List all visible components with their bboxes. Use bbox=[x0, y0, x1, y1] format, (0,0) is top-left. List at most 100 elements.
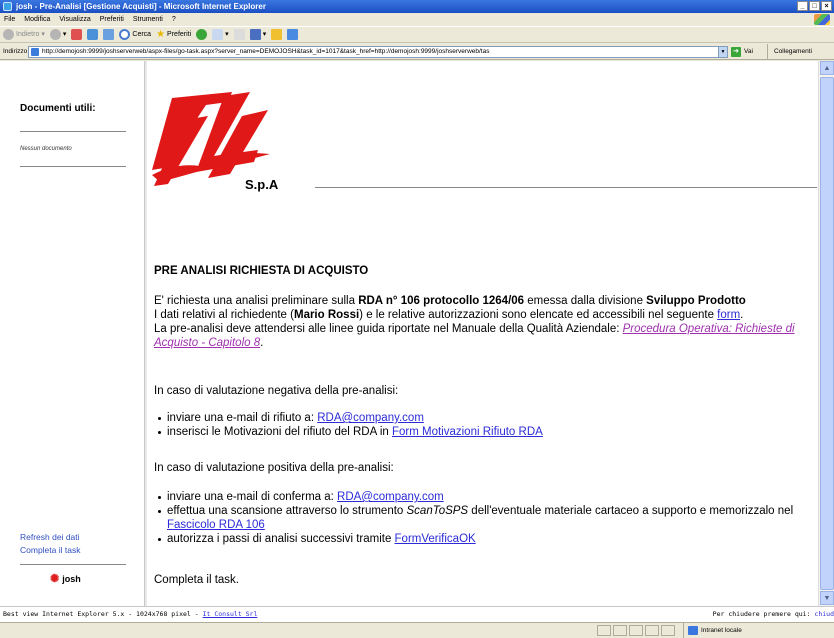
company-name: S.p.A bbox=[245, 177, 279, 192]
footer-bar: Best view Internet Explorer 5.x - 1024x7… bbox=[0, 606, 834, 622]
reject-email-link[interactable]: RDA@company.com bbox=[317, 412, 424, 424]
windows-flag-icon bbox=[814, 14, 830, 25]
search-button[interactable]: Cerca bbox=[119, 27, 151, 43]
home-icon bbox=[103, 29, 115, 40]
bullet bbox=[158, 417, 161, 420]
messenger-button[interactable] bbox=[287, 29, 299, 40]
links-toolbar[interactable]: Collegamenti bbox=[767, 44, 812, 60]
intro-paragraph: E' richiesta una analisi preliminare sul… bbox=[154, 295, 795, 349]
documents-title: Documenti utili: bbox=[20, 103, 96, 114]
refresh-icon bbox=[87, 29, 99, 40]
page-viewport: Documenti utili: Nessun documento Refres… bbox=[0, 61, 834, 606]
menu-edit[interactable]: Modifica bbox=[24, 13, 50, 26]
maximize-button[interactable]: □ bbox=[809, 1, 820, 11]
negative-list: inviare una e-mail di rifiuto a: RDA@com… bbox=[154, 411, 816, 439]
page-icon bbox=[31, 48, 39, 56]
address-url: http://demojosh:9999/joshserverweb/aspx-… bbox=[42, 48, 490, 55]
favorites-button[interactable]: ★ Preferiti bbox=[156, 27, 191, 43]
status-cell bbox=[645, 625, 659, 636]
vertical-scrollbar[interactable]: ▲ ▼ bbox=[818, 61, 834, 606]
divider bbox=[20, 166, 126, 167]
list-item: inviare una e-mail di rifiuto a: RDA@com… bbox=[154, 411, 816, 425]
edit-button[interactable]: ▾ bbox=[249, 27, 266, 43]
address-bar: Indirizzo http://demojosh:9999/joshserve… bbox=[0, 44, 834, 60]
intranet-icon bbox=[688, 626, 698, 635]
list-item: inviare una e-mail di conferma a: RDA@co… bbox=[154, 490, 816, 504]
confirm-email-link[interactable]: RDA@company.com bbox=[337, 491, 444, 503]
bullet bbox=[158, 510, 161, 513]
discuss-button[interactable] bbox=[271, 29, 283, 40]
complete-task-link[interactable]: Completa il task bbox=[20, 545, 80, 555]
bullet bbox=[158, 496, 161, 499]
positive-list: inviare una e-mail di conferma a: RDA@co… bbox=[154, 490, 816, 546]
print-icon bbox=[233, 29, 245, 40]
minimize-button[interactable]: _ bbox=[797, 1, 808, 11]
josh-logo: ✺ josh bbox=[50, 573, 81, 585]
requester-form-link[interactable]: form bbox=[717, 309, 740, 321]
status-cells bbox=[597, 625, 675, 636]
stop-button[interactable] bbox=[71, 29, 83, 40]
address-label: Indirizzo bbox=[3, 47, 28, 55]
no-documents-text: Nessun documento bbox=[20, 146, 72, 152]
search-icon bbox=[119, 29, 131, 40]
refresh-link[interactable]: Refresh dei dati bbox=[20, 532, 80, 542]
scroll-down-button[interactable]: ▼ bbox=[820, 591, 834, 605]
title-bar: josh - Pre-Analisi [Gestione Acquisti] -… bbox=[0, 0, 834, 13]
divider bbox=[20, 564, 126, 565]
complete-text: Completa il task. bbox=[154, 574, 240, 586]
menu-favorites[interactable]: Preferiti bbox=[100, 13, 124, 26]
toolbar: Indietro ▾ ▾ Cerca ★ Preferiti ▾ ▾ bbox=[0, 26, 834, 43]
dossier-link[interactable]: Fascicolo RDA 106 bbox=[167, 519, 265, 531]
window-title: josh - Pre-Analisi [Gestione Acquisti] -… bbox=[16, 2, 266, 11]
status-cell bbox=[597, 625, 611, 636]
go-button[interactable]: ➜ Vai bbox=[731, 47, 753, 57]
sidebar: Documenti utili: Nessun documento Refres… bbox=[9, 61, 144, 606]
bullet bbox=[158, 538, 161, 541]
messenger-icon bbox=[287, 29, 299, 40]
frame-divider[interactable] bbox=[144, 61, 147, 606]
footer-left: Best view Internet Explorer 5.x - 1024x7… bbox=[3, 610, 258, 618]
menu-file[interactable]: File bbox=[4, 13, 15, 26]
verify-form-link[interactable]: FormVerificaOK bbox=[395, 533, 476, 545]
stop-icon bbox=[71, 29, 83, 40]
close-link[interactable]: chiud bbox=[814, 610, 834, 618]
home-button[interactable] bbox=[103, 29, 115, 40]
mail-button[interactable]: ▾ bbox=[212, 27, 229, 43]
company-link[interactable]: It Consult Srl bbox=[203, 610, 258, 618]
positive-intro: In caso di valutazione positiva della pr… bbox=[154, 462, 394, 474]
divider bbox=[20, 131, 126, 132]
bullet bbox=[158, 431, 161, 434]
forward-arrow-icon bbox=[49, 29, 61, 40]
print-button[interactable] bbox=[233, 29, 245, 40]
menu-help[interactable]: ? bbox=[172, 13, 176, 26]
menu-view[interactable]: Visualizza bbox=[59, 13, 90, 26]
menu-tools[interactable]: Strumenti bbox=[133, 13, 163, 26]
browser-window: josh - Pre-Analisi [Gestione Acquisti] -… bbox=[0, 0, 834, 638]
sun-icon: ✺ bbox=[50, 573, 60, 585]
history-icon bbox=[196, 29, 208, 40]
list-item: autorizza i passi di analisi successivi … bbox=[154, 532, 816, 546]
scroll-thumb[interactable] bbox=[820, 77, 834, 590]
mail-icon bbox=[212, 29, 224, 40]
back-button[interactable]: Indietro ▾ bbox=[3, 27, 45, 43]
close-button[interactable]: × bbox=[821, 1, 832, 11]
status-cell bbox=[629, 625, 643, 636]
negative-intro: In caso di valutazione negativa della pr… bbox=[154, 385, 399, 397]
status-bar: Intranet locale bbox=[0, 622, 834, 638]
list-item: inserisci le Motivazioni del rifiuto del… bbox=[154, 425, 816, 439]
page-title: PRE ANALISI RICHIESTA DI ACQUISTO bbox=[154, 265, 369, 277]
address-dropdown-button[interactable]: ▼ bbox=[718, 46, 728, 58]
ie-icon bbox=[3, 2, 12, 11]
main-content: S.p.A PRE ANALISI RICHIESTA DI ACQUISTO … bbox=[150, 61, 818, 606]
go-arrow-icon: ➜ bbox=[731, 47, 741, 57]
reject-form-link[interactable]: Form Motivazioni Rifiuto RDA bbox=[392, 426, 543, 438]
security-zone: Intranet locale bbox=[683, 623, 742, 638]
scroll-up-button[interactable]: ▲ bbox=[820, 61, 834, 75]
history-button[interactable] bbox=[196, 29, 208, 40]
forward-button[interactable]: ▾ bbox=[49, 27, 66, 43]
address-input[interactable]: http://demojosh:9999/joshserverweb/aspx-… bbox=[28, 46, 719, 58]
folder-icon bbox=[271, 29, 283, 40]
word-icon bbox=[249, 29, 261, 40]
refresh-button[interactable] bbox=[87, 29, 99, 40]
header-rule bbox=[315, 187, 817, 188]
